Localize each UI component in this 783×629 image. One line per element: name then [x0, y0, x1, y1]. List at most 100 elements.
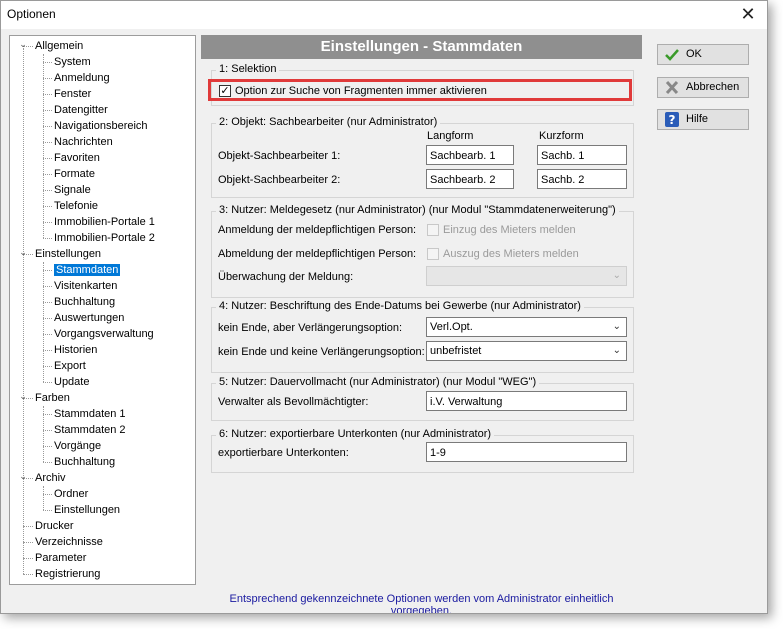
- tree-connector: [43, 142, 52, 143]
- tree-item[interactable]: System: [54, 54, 91, 70]
- tree-item-label: Immobilien-Portale 2: [54, 232, 155, 244]
- tree-item[interactable]: Archiv: [35, 470, 66, 486]
- tree-item[interactable]: Anmeldung: [54, 70, 110, 86]
- tree-item[interactable]: Visitenkarten: [54, 278, 117, 294]
- tree-item[interactable]: Fenster: [54, 86, 91, 102]
- tree-item[interactable]: Einstellungen: [54, 502, 120, 518]
- tree-item[interactable]: Einstellungen: [35, 246, 101, 262]
- tree-item-label: Farben: [35, 392, 70, 404]
- sachbearbeiter-2-short-field[interactable]: Sachb. 2: [537, 169, 627, 189]
- ok-label: OK: [686, 48, 702, 60]
- tree-item[interactable]: Stammdaten 1: [54, 406, 126, 422]
- tree-connector: [43, 94, 52, 95]
- ok-button[interactable]: OK: [657, 44, 749, 65]
- unterkonten-field[interactable]: 1-9: [426, 442, 627, 462]
- unbefristet-label: kein Ende und keine Verlängerungsoption:: [218, 346, 425, 358]
- unbefristet-dropdown[interactable]: unbefristet ⌄: [426, 341, 627, 361]
- tree-item[interactable]: Vorgangsverwaltung: [54, 326, 154, 342]
- group-title: 2: Objekt: Sachbearbeiter (nur Administr…: [216, 116, 441, 128]
- ueberwachung-dropdown[interactable]: ⌄: [426, 266, 627, 286]
- tree-item-label: Allgemein: [35, 40, 84, 52]
- options-tree[interactable]: Allgemein ⌄ System Anmeldung Fenster Datengit…: [9, 35, 196, 585]
- title-bar: Optionen ✕: [1, 1, 767, 29]
- tree-item[interactable]: Drucker: [35, 518, 74, 534]
- tree-item[interactable]: Buchhaltung: [54, 294, 115, 310]
- cancel-button[interactable]: Abbrechen: [657, 77, 749, 98]
- fragment-search-label: Option zur Suche von Fragmenten immer ak…: [235, 85, 487, 97]
- auszug-checkbox[interactable]: [427, 248, 439, 260]
- tree-item[interactable]: Stammdaten 2: [54, 422, 126, 438]
- tree-item[interactable]: Nachrichten: [54, 134, 113, 150]
- tree-item[interactable]: Update: [54, 374, 89, 390]
- tree-item[interactable]: Stammdaten: [54, 262, 121, 278]
- tree-connector: [43, 126, 52, 127]
- tree-item[interactable]: Historien: [54, 342, 97, 358]
- tree-item[interactable]: Export: [54, 358, 86, 374]
- tree-item-label: Buchhaltung: [54, 296, 116, 308]
- group-title: 5: Nutzer: Dauervollmacht (nur Administr…: [216, 376, 540, 388]
- tree-item-label: Navigationsbereich: [54, 120, 148, 132]
- tree-connector: [43, 486, 44, 510]
- tree-item[interactable]: Farben: [35, 390, 70, 406]
- tree-item[interactable]: Allgemein: [35, 38, 83, 54]
- tree-item[interactable]: Formate: [54, 166, 95, 182]
- tree-connector: [43, 334, 52, 335]
- tree-connector: [43, 286, 52, 287]
- help-question-icon: ?: [665, 112, 679, 127]
- sachbearbeiter-2-label: Objekt-Sachbearbeiter 2:: [218, 174, 341, 186]
- bevollmaechtigter-field[interactable]: i.V. Verwaltung: [426, 391, 627, 411]
- tree-connector: [43, 430, 52, 431]
- tree-item[interactable]: Immobilien-Portale 2: [54, 230, 155, 246]
- tree-item[interactable]: Datengitter: [54, 102, 108, 118]
- tree-connector: [43, 190, 52, 191]
- fragment-search-checkbox[interactable]: ✓: [219, 85, 231, 97]
- tree-item[interactable]: Immobilien-Portale 1: [54, 214, 155, 230]
- checkmark-icon: [665, 49, 679, 61]
- tree-item[interactable]: Buchhaltung: [54, 454, 115, 470]
- sachbearbeiter-1-long-field[interactable]: Sachbearb. 1: [426, 145, 514, 165]
- tree-item-label: Auswertungen: [54, 312, 125, 324]
- tree-item[interactable]: Navigationsbereich: [54, 118, 148, 134]
- verlaengerung-dropdown[interactable]: Verl.Opt. ⌄: [426, 317, 627, 337]
- sachbearbeiter-2-long-field[interactable]: Sachbearb. 2: [426, 169, 514, 189]
- tree-connector: [43, 238, 52, 239]
- tree-connector: [43, 414, 52, 415]
- settings-panel: Einstellungen - Stammdaten 1: Selektion …: [201, 35, 642, 585]
- tree-item[interactable]: Telefonie: [54, 198, 98, 214]
- tree-item-label: Registrierung: [35, 568, 101, 580]
- close-icon[interactable]: ✕: [737, 3, 759, 25]
- tree-connector: [43, 158, 52, 159]
- tree-connector: [23, 558, 33, 559]
- group-title: 1: Selektion: [216, 63, 280, 75]
- tree-item-label: Verzeichnisse: [35, 536, 103, 548]
- column-kurzform: Kurzform: [539, 130, 584, 142]
- tree-connector: [43, 302, 52, 303]
- tree-item-label: Parameter: [35, 552, 87, 564]
- cancel-x-icon: [665, 80, 679, 95]
- tree-item-label: Immobilien-Portale 1: [54, 216, 155, 228]
- help-button[interactable]: ? Hilfe: [657, 109, 749, 130]
- tree-connector: [43, 446, 52, 447]
- tree-item-label: Formate: [54, 168, 95, 180]
- tree-item-label: Nachrichten: [54, 136, 113, 148]
- tree-connector: [43, 262, 44, 382]
- tree-connector: [43, 78, 52, 79]
- tree-connector: [43, 382, 52, 383]
- tree-item-label: Vorgangsverwaltung: [54, 328, 154, 340]
- window-title: Optionen: [7, 7, 56, 21]
- einzug-checkbox[interactable]: [427, 224, 439, 236]
- tree-item[interactable]: Verzeichnisse: [35, 534, 103, 550]
- tree-item[interactable]: Parameter: [35, 550, 86, 566]
- tree-item[interactable]: Signale: [54, 182, 91, 198]
- tree-item-label: Einstellungen: [35, 248, 102, 260]
- tree-item[interactable]: Auswertungen: [54, 310, 124, 326]
- sachbearbeiter-1-short-field[interactable]: Sachb. 1: [537, 145, 627, 165]
- tree-item[interactable]: Ordner: [54, 486, 88, 502]
- tree-connector: [43, 222, 52, 223]
- tree-item-label: Ordner: [54, 488, 89, 500]
- tree-item[interactable]: Registrierung: [35, 566, 100, 582]
- tree-item[interactable]: Vorgänge: [54, 438, 101, 454]
- tree-item[interactable]: Favoriten: [54, 150, 100, 166]
- anmeldung-label: Anmeldung der meldepflichtigen Person:: [218, 224, 417, 236]
- tree-connector: [43, 270, 52, 271]
